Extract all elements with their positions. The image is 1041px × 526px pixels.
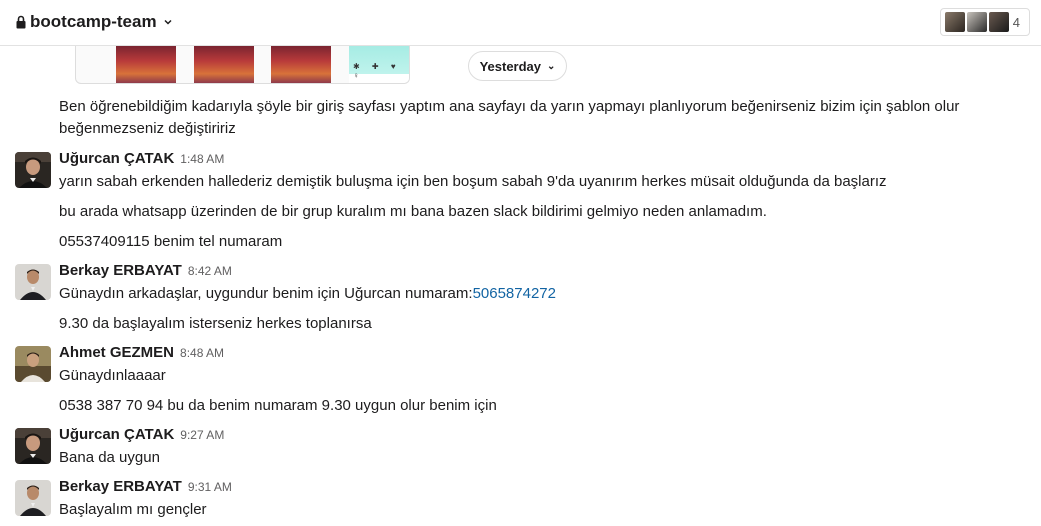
message-author[interactable]: Ahmet GEZMEN 8:48 AM — [59, 344, 224, 361]
message-text: bu arada whatsapp üzerinden de bir grup … — [59, 203, 767, 220]
image-thumbnail[interactable]: ✱ ✚ ♥ ♀ — [349, 46, 409, 83]
message-author[interactable]: Uğurcan ÇATAK 1:48 AM — [59, 150, 224, 167]
image-thumbnail[interactable] — [194, 46, 254, 83]
message-text: 05537409115 benim tel numaram — [59, 233, 283, 250]
message-timestamp[interactable]: 8:48 AM — [180, 346, 224, 360]
message-text: 0538 387 70 94 bu da benim numaram 9.30 … — [59, 397, 497, 414]
message-text: 9.30 da başlayalım isterseniz herkes top… — [59, 315, 372, 332]
image-attachment-strip[interactable]: ✱ ✚ ♥ ♀ — [75, 46, 410, 84]
lock-icon — [16, 15, 26, 29]
avatar[interactable] — [15, 264, 51, 300]
user-photo — [15, 264, 51, 300]
message-timestamp[interactable]: 9:31 AM — [188, 480, 232, 494]
message-timestamp[interactable]: 8:42 AM — [188, 264, 232, 278]
day-divider-label: Yesterday — [479, 58, 542, 74]
member-avatar — [944, 11, 966, 33]
channel-header: bootcamp-team 4 — [0, 0, 1041, 46]
message-author[interactable]: Berkay ERBAYAT 8:42 AM — [59, 262, 232, 279]
message-text: Günaydın arkadaşlar, uygundur benim için… — [59, 285, 556, 302]
message-text: Ben öğrenebildiğim kadarıyla şöyle bir g… — [59, 98, 960, 137]
message-text: yarın sabah erkenden hallederiz demiştik… — [59, 173, 887, 190]
chevron-down-icon: ⌄ — [547, 60, 556, 72]
avatar[interactable] — [15, 346, 51, 382]
member-count: 4 — [1012, 14, 1020, 30]
user-photo — [15, 152, 51, 188]
message-author[interactable]: Berkay ERBAYAT 9:31 AM — [59, 478, 232, 495]
message-author[interactable]: Uğurcan ÇATAK 9:27 AM — [59, 426, 224, 443]
chevron-down-icon — [164, 19, 172, 25]
message-text: Günaydınlaaaar — [59, 367, 166, 384]
message-timestamp[interactable]: 1:48 AM — [180, 152, 224, 166]
message-text: Bana da uygun — [59, 449, 160, 466]
avatar[interactable] — [15, 428, 51, 464]
avatar[interactable] — [15, 152, 51, 188]
member-avatar — [966, 11, 988, 33]
avatar[interactable] — [15, 480, 51, 516]
image-thumbnail[interactable] — [271, 46, 331, 83]
channel-name-button[interactable]: bootcamp-team — [16, 12, 173, 32]
user-photo — [15, 428, 51, 464]
message-text: Başlayalım mı gençler — [59, 501, 207, 518]
thumbnail-icons: ✱ ✚ ♥ ♀ — [353, 62, 401, 80]
user-photo — [15, 346, 51, 382]
member-list-button[interactable]: 4 — [940, 8, 1030, 36]
image-thumbnail[interactable] — [116, 46, 176, 83]
message-timestamp[interactable]: 9:27 AM — [180, 428, 224, 442]
user-photo — [15, 480, 51, 516]
channel-name: bootcamp-team — [30, 12, 157, 31]
member-avatar — [988, 11, 1010, 33]
day-divider-button[interactable]: Yesterday ⌄ — [468, 51, 567, 81]
phone-link[interactable]: 5065874272 — [473, 285, 556, 302]
